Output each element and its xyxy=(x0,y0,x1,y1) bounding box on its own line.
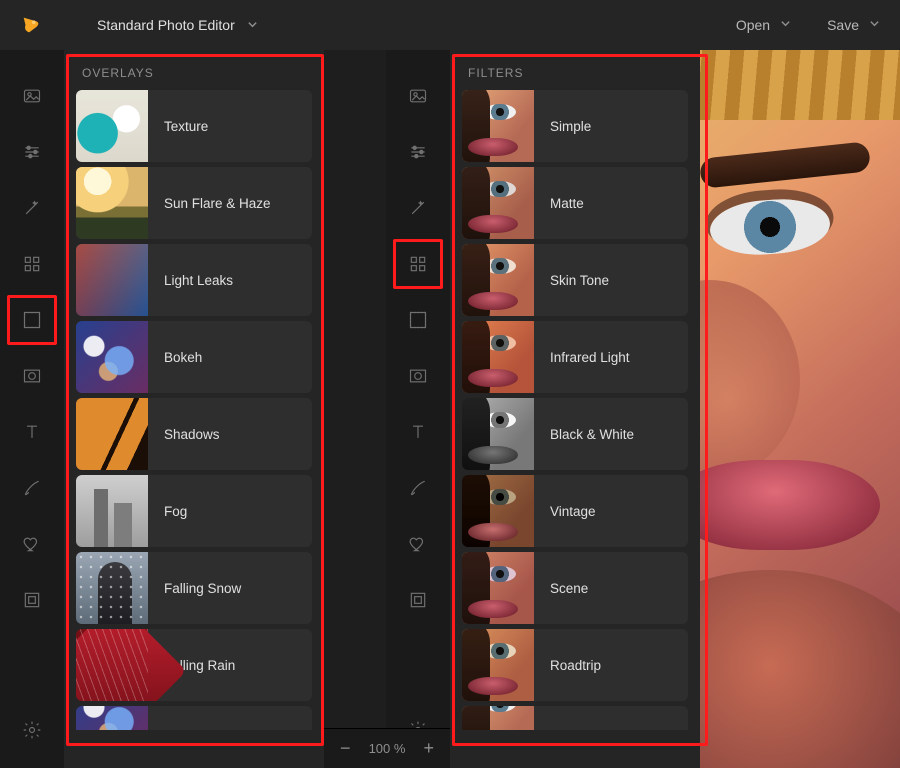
zoom-control: − 100 % + xyxy=(324,728,450,768)
filter-tile-label: Roadtrip xyxy=(534,658,688,673)
overlays-panel-title: OVERLAYS xyxy=(64,50,324,90)
overlay-tile[interactable]: Falling Rain xyxy=(76,629,312,701)
overlays-icon[interactable] xyxy=(400,302,436,338)
open-label: Open xyxy=(736,17,770,33)
overlay-tile-label: Falling Snow xyxy=(148,581,312,596)
frames-icon[interactable] xyxy=(400,582,436,618)
filters-panel: FILTERS Simple Matte Skin Tone Infrared Lig… xyxy=(450,50,700,768)
overlay-tile[interactable]: Shadows xyxy=(76,398,312,470)
save-label: Save xyxy=(827,17,859,33)
overlay-tile[interactable]: Sun Flare & Haze xyxy=(76,167,312,239)
editor-mode-dropdown[interactable]: Standard Photo Editor xyxy=(97,17,258,33)
overlay-tile[interactable]: Bokeh xyxy=(76,321,312,393)
editor-mode-label: Standard Photo Editor xyxy=(97,17,235,33)
chevron-down-icon xyxy=(247,17,258,33)
overlay-tile-label: Shadows xyxy=(148,427,312,442)
filter-tile[interactable]: Vintage xyxy=(462,475,688,547)
settings-icon[interactable] xyxy=(14,712,50,748)
photo-preview[interactable] xyxy=(700,50,900,768)
text-icon[interactable] xyxy=(400,414,436,450)
chevron-down-icon xyxy=(780,18,791,32)
vignette-icon[interactable] xyxy=(400,358,436,394)
filter-tile[interactable]: Scene xyxy=(462,552,688,624)
header: Standard Photo Editor Open Save xyxy=(0,0,900,50)
filters-list: Simple Matte Skin Tone Infrared Light Black … xyxy=(450,90,700,768)
filter-tile-label: Matte xyxy=(534,196,688,211)
filter-tile-label: Skin Tone xyxy=(534,273,688,288)
overlay-tile-label: Texture xyxy=(148,119,312,134)
brush-icon[interactable] xyxy=(400,470,436,506)
filter-tile[interactable]: Matte xyxy=(462,167,688,239)
overlays-list: Texture Sun Flare & Haze Light Leaks Bokeh S… xyxy=(64,90,324,768)
open-button[interactable]: Open xyxy=(736,17,791,33)
filter-tile-label: Vintage xyxy=(534,504,688,519)
vignette-icon[interactable] xyxy=(14,358,50,394)
filter-tile[interactable] xyxy=(462,706,688,730)
heart-icon[interactable] xyxy=(400,526,436,562)
overlay-tile[interactable]: Texture xyxy=(76,90,312,162)
filter-tile[interactable]: Roadtrip xyxy=(462,629,688,701)
sliders-icon[interactable] xyxy=(14,134,50,170)
filter-tile-label: Infrared Light xyxy=(534,350,688,365)
zoom-percent: 100 % xyxy=(369,741,406,756)
filter-tile[interactable]: Black & White xyxy=(462,398,688,470)
overlay-tile-label: Fog xyxy=(148,504,312,519)
grid-icon[interactable] xyxy=(14,246,50,282)
highlight-rail-selection xyxy=(393,239,443,289)
filter-tile[interactable]: Skin Tone xyxy=(462,244,688,316)
overlay-tile[interactable]: Light Leaks xyxy=(76,244,312,316)
save-button[interactable]: Save xyxy=(827,17,880,33)
zoom-out-button[interactable]: − xyxy=(334,738,357,759)
text-icon[interactable] xyxy=(14,414,50,450)
brush-icon[interactable] xyxy=(14,470,50,506)
overlay-tile-label: Bokeh xyxy=(148,350,312,365)
filter-tile[interactable]: Simple xyxy=(462,90,688,162)
main: OVERLAYS Texture Sun Flare & Haze Light Le… xyxy=(0,50,900,768)
frames-icon[interactable] xyxy=(14,582,50,618)
overlays-panel: OVERLAYS Texture Sun Flare & Haze Light Le… xyxy=(64,50,324,768)
zoom-in-button[interactable]: + xyxy=(417,738,440,759)
wand-icon[interactable] xyxy=(14,190,50,226)
overlay-tile[interactable]: Falling Snow xyxy=(76,552,312,624)
overlay-tile-label: Sun Flare & Haze xyxy=(148,196,312,211)
image-icon[interactable] xyxy=(14,78,50,114)
app-logo xyxy=(20,14,42,36)
right-tool-rail xyxy=(386,50,450,768)
overlay-tile-label: Light Leaks xyxy=(148,273,312,288)
heart-icon[interactable] xyxy=(14,526,50,562)
overlay-tile[interactable]: Fog xyxy=(76,475,312,547)
image-icon[interactable] xyxy=(400,78,436,114)
overlay-tile[interactable] xyxy=(76,706,312,730)
chevron-down-icon xyxy=(869,18,880,32)
wand-icon[interactable] xyxy=(400,190,436,226)
left-tool-rail xyxy=(0,50,64,768)
filter-tile-label: Scene xyxy=(534,581,688,596)
highlight-rail-selection xyxy=(7,295,57,345)
filter-tile-label: Black & White xyxy=(534,427,688,442)
filter-tile-label: Simple xyxy=(534,119,688,134)
sliders-icon[interactable] xyxy=(400,134,436,170)
filters-panel-title: FILTERS xyxy=(450,50,700,90)
filter-tile[interactable]: Infrared Light xyxy=(462,321,688,393)
